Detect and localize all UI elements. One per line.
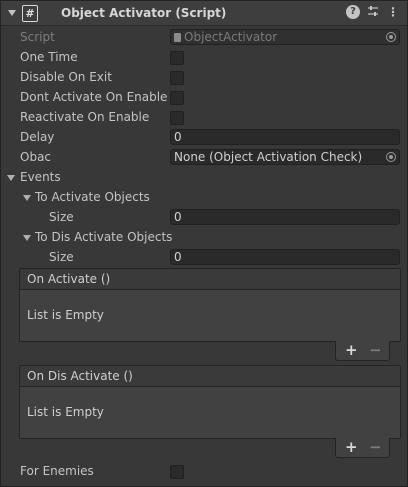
preset-icon[interactable]	[366, 5, 380, 19]
component-header[interactable]: # Object Activator (Script) ? ⋮	[1, 1, 407, 26]
for-enemies-label: For Enemies	[20, 464, 94, 478]
to-dis-activate-foldout-icon[interactable]	[23, 235, 31, 241]
script-label: Script	[20, 30, 55, 44]
one-time-checkbox[interactable]	[170, 51, 184, 65]
events-row[interactable]: Events	[1, 169, 407, 187]
help-icon[interactable]: ?	[346, 5, 360, 19]
disable-on-exit-row: Disable On Exit	[1, 69, 407, 87]
on-dis-activate-empty-text: List is Empty	[27, 405, 104, 419]
reactivate-on-enable-label: Reactivate On Enable	[20, 110, 150, 124]
to-activate-foldout-icon[interactable]	[23, 195, 31, 201]
script-icon: #	[22, 5, 38, 22]
obac-row: Obac None (Object Activation Check)	[1, 149, 407, 167]
add-icon[interactable]: +	[345, 438, 358, 456]
object-picker-icon[interactable]	[386, 32, 396, 42]
on-activate-event: On Activate () List is Empty	[19, 268, 401, 342]
script-asset-icon	[174, 33, 181, 42]
add-icon[interactable]: +	[345, 341, 358, 359]
to-activate-size-label: Size	[49, 210, 74, 224]
on-activate-add-remove: + −	[335, 341, 390, 361]
to-dis-activate-size-input[interactable]: 0	[170, 249, 400, 265]
dont-activate-on-enable-label: Dont Activate On Enable	[20, 90, 168, 104]
dont-activate-on-enable-row: Dont Activate On Enable	[1, 89, 407, 107]
events-label: Events	[20, 170, 61, 184]
obac-value: None (Object Activation Check)	[174, 150, 363, 164]
script-value: ObjectActivator	[184, 30, 278, 44]
obac-label: Obac	[20, 150, 52, 164]
obac-object-field[interactable]: None (Object Activation Check)	[170, 149, 400, 165]
events-foldout-icon[interactable]	[7, 175, 15, 181]
to-activate-objects-label: To Activate Objects	[35, 190, 150, 204]
reactivate-on-enable-checkbox[interactable]	[170, 111, 184, 125]
remove-icon[interactable]: −	[369, 341, 382, 359]
component-title: Object Activator (Script)	[61, 6, 227, 20]
reactivate-on-enable-row: Reactivate On Enable	[1, 109, 407, 127]
to-dis-activate-size-label: Size	[49, 250, 74, 264]
to-activate-objects-row[interactable]: To Activate Objects	[1, 189, 407, 207]
on-dis-activate-event: On Dis Activate () List is Empty	[19, 365, 401, 439]
inspector-panel: # Object Activator (Script) ? ⋮ Script O…	[0, 0, 408, 487]
to-dis-activate-objects-label: To Dis Activate Objects	[35, 230, 173, 244]
on-dis-activate-add-remove: + −	[335, 438, 390, 458]
to-activate-size-row: Size 0	[1, 209, 407, 227]
disable-on-exit-checkbox[interactable]	[170, 71, 184, 85]
dont-activate-on-enable-checkbox[interactable]	[170, 91, 184, 105]
on-activate-header: On Activate ()	[20, 269, 400, 290]
script-field[interactable]: ObjectActivator	[170, 29, 400, 45]
for-enemies-checkbox[interactable]	[170, 465, 184, 479]
one-time-row: One Time	[1, 49, 407, 67]
delay-input[interactable]: 0	[170, 129, 400, 145]
object-picker-icon[interactable]	[386, 152, 396, 162]
delay-row: Delay 0	[1, 129, 407, 147]
one-time-label: One Time	[20, 50, 78, 64]
on-activate-empty-text: List is Empty	[27, 308, 104, 322]
disable-on-exit-label: Disable On Exit	[20, 70, 112, 84]
foldout-arrow-icon[interactable]	[8, 10, 16, 16]
script-row: Script ObjectActivator	[1, 29, 407, 47]
context-menu-icon[interactable]: ⋮	[386, 5, 400, 19]
remove-icon[interactable]: −	[369, 438, 382, 456]
to-dis-activate-size-row: Size 0	[1, 249, 407, 267]
on-dis-activate-header: On Dis Activate ()	[20, 366, 400, 387]
for-enemies-row: For Enemies	[1, 463, 407, 481]
to-activate-size-input[interactable]: 0	[170, 209, 400, 225]
delay-label: Delay	[20, 130, 55, 144]
to-dis-activate-objects-row[interactable]: To Dis Activate Objects	[1, 229, 407, 247]
